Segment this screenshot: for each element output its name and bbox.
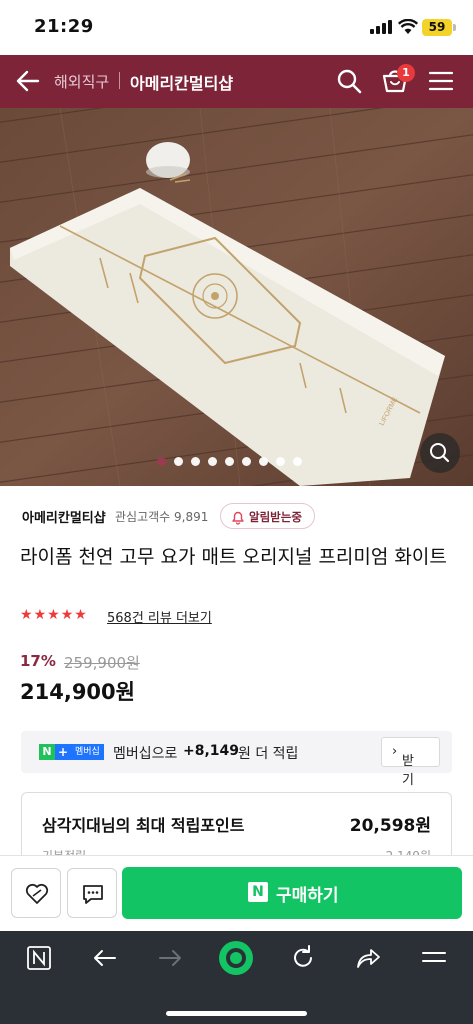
membership-banner: N + 멤버십 멤버십으로 +8,149 원 더 적립 받기 › (21, 731, 452, 788)
magnifier-icon (430, 443, 450, 463)
bell-icon (232, 511, 244, 525)
membership-badge-label: 멤버십 (71, 744, 104, 760)
membership-points: +8,149 (183, 743, 240, 759)
naver-plus-membership-badge: N + 멤버십 (39, 744, 104, 760)
battery-level: 59 (428, 20, 446, 34)
left-arrow-icon (94, 950, 116, 966)
carousel-pagination (157, 457, 302, 467)
naver-n-logo: N (39, 744, 55, 760)
wishlist-button[interactable] (11, 868, 61, 918)
purchase-bar: N 구매하기 (0, 855, 473, 931)
seller-name[interactable]: 아메리칸멀티샵 (22, 507, 106, 526)
original-price: 259,900원 (64, 654, 140, 672)
carousel-dot[interactable] (276, 457, 285, 466)
refresh-icon (294, 945, 312, 967)
cart-count-badge: 1 (397, 64, 415, 82)
sale-price: 214,900원 (20, 680, 135, 704)
star-icon: ★ (60, 607, 74, 623)
browser-forward-button[interactable] (155, 943, 185, 973)
max-points-value: 20,598원 (349, 816, 431, 836)
store-name-link[interactable]: 아메리칸멀티샵 (130, 70, 233, 94)
breadcrumb-divider (119, 72, 120, 89)
right-arrow-icon (159, 950, 181, 966)
signal-icon (370, 20, 392, 34)
receive-benefit-button[interactable]: 받기 › (381, 737, 440, 788)
star-icon: ★ (74, 607, 87, 623)
product-image-carousel[interactable]: LIFORME (0, 108, 473, 486)
discount-rate: 17% (20, 652, 56, 670)
home-indicator[interactable] (166, 1011, 307, 1016)
browser-menu-button[interactable] (419, 943, 449, 973)
carousel-dot[interactable] (157, 457, 166, 466)
reviews-link[interactable]: 568건 리뷰 더보기 (107, 607, 212, 626)
receive-benefit-label: 받기 › (392, 744, 414, 788)
membership-text-after: 원 더 적립 (238, 746, 299, 762)
browser-back-button[interactable] (90, 943, 120, 973)
carousel-dot[interactable] (174, 457, 183, 466)
heart-icon (25, 883, 49, 904)
rating-stars: ★ ★ ★ ★ ★ (20, 607, 87, 623)
buy-now-button[interactable]: N 구매하기 (122, 867, 462, 919)
inquiry-button[interactable] (67, 868, 117, 918)
naver-logo-icon: N (248, 882, 268, 902)
seller-fan-count: 관심고객수 9,891 (115, 510, 209, 524)
naver-n-icon (27, 946, 51, 970)
back-arrow-icon[interactable] (14, 67, 42, 95)
carousel-dot[interactable] (191, 457, 200, 466)
product-title: 라이폼 천연 고무 요가 매트 오리지널 프리미엄 화이트 (20, 546, 447, 568)
share-arrow-icon (357, 949, 380, 968)
menu-icon[interactable] (428, 68, 454, 94)
hamburger-menu-icon (422, 952, 446, 962)
status-time: 21:29 (34, 16, 94, 37)
notification-toggle-button[interactable]: 알림받는중 (220, 503, 315, 529)
plus-icon: + (55, 744, 71, 760)
green-dot-button[interactable] (217, 939, 255, 977)
buy-now-label: 구매하기 (276, 886, 339, 906)
notification-toggle-label: 알림받는중 (249, 510, 302, 524)
breadcrumb-overseas[interactable]: 해외직구 (54, 71, 109, 92)
battery-icon: 59 (422, 19, 452, 36)
membership-text-before: 멤버십으로 (113, 746, 178, 762)
chat-bubble-icon (83, 885, 103, 904)
naver-home-button[interactable] (24, 943, 54, 973)
star-icon: ★ (33, 607, 47, 623)
yoga-mat-photo: LIFORME (0, 108, 473, 486)
carousel-dot[interactable] (208, 457, 217, 466)
green-dot-icon (219, 941, 253, 975)
battery-tip (453, 24, 456, 31)
share-button[interactable] (353, 943, 383, 973)
star-icon: ★ (20, 607, 33, 623)
wifi-icon (398, 19, 418, 34)
max-points-title: 삼각지대님의 최대 적립포인트 (42, 816, 245, 835)
carousel-dot[interactable] (225, 457, 234, 466)
search-icon[interactable] (335, 67, 363, 95)
zoom-button[interactable] (420, 433, 460, 473)
carousel-dot[interactable] (293, 457, 302, 466)
carousel-dot[interactable] (259, 457, 268, 466)
receive-label-text: 받기 (402, 754, 414, 788)
status-bar: 21:29 59 (0, 0, 473, 55)
carousel-dot[interactable] (242, 457, 251, 466)
star-icon: ★ (47, 607, 60, 623)
store-header: 해외직구 아메리칸멀티샵 1 (0, 55, 473, 108)
refresh-button[interactable] (288, 943, 318, 973)
